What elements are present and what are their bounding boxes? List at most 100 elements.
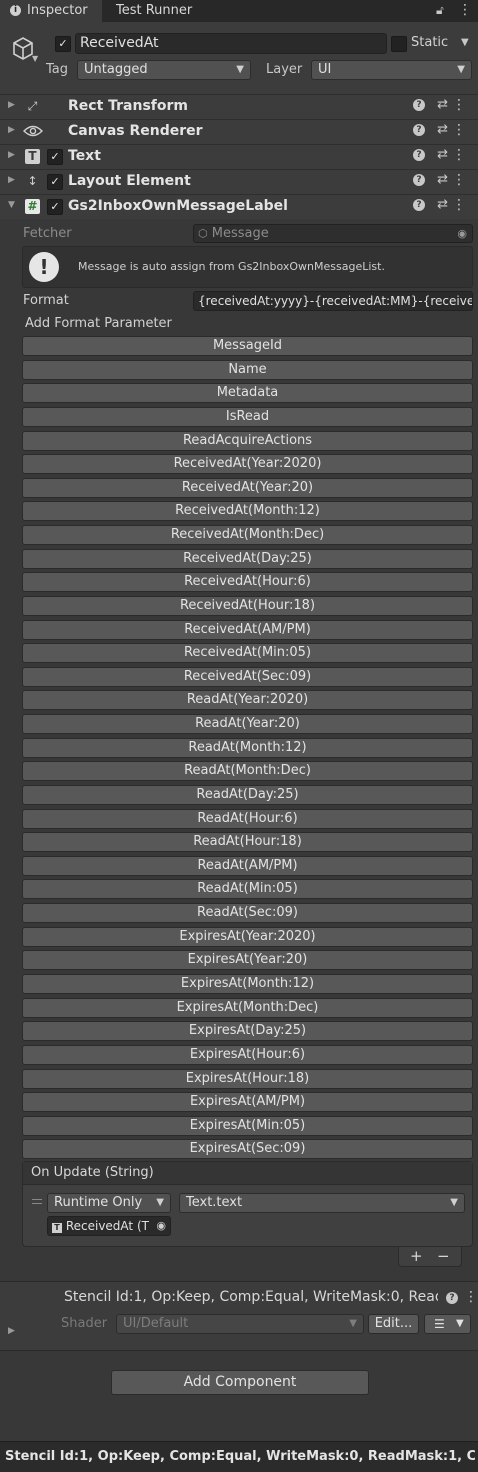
format-parameter-button[interactable]: ExpiresAt(Year:2020): [22, 927, 473, 947]
format-parameter-button[interactable]: ReceivedAt(Month:12): [22, 501, 473, 521]
format-parameter-button[interactable]: Name: [22, 360, 473, 380]
on-update-event: On Update (String) Runtime Only ▼ Text.t…: [22, 1161, 473, 1247]
help-icon[interactable]: ?: [413, 174, 425, 186]
format-parameter-button[interactable]: ReadAt(Hour:6): [22, 809, 473, 829]
format-parameter-button[interactable]: ReadAt(Month:12): [22, 738, 473, 758]
active-checkbox[interactable]: ✓: [55, 36, 71, 52]
format-parameter-button[interactable]: ReceivedAt(Year:20): [22, 478, 473, 498]
help-icon[interactable]: ?: [413, 149, 425, 161]
kebab-menu-icon[interactable]: ⋮: [452, 147, 466, 163]
format-parameter-button[interactable]: ExpiresAt(Year:20): [22, 950, 473, 970]
lock-icon[interactable]: 🔓︎: [436, 3, 444, 18]
format-parameter-button[interactable]: ExpiresAt(Sec:09): [22, 1139, 473, 1159]
format-field[interactable]: {receivedAt:yyyy}-{receivedAt:MM}-{recei…: [193, 291, 473, 311]
shader-options-dropdown[interactable]: ☰ ▼: [424, 1314, 471, 1334]
format-parameter-button[interactable]: ReadAcquireActions: [22, 431, 473, 451]
format-parameter-button[interactable]: ReceivedAt(Min:05): [22, 643, 473, 663]
format-parameter-button[interactable]: MessageId: [22, 336, 473, 356]
component-gs2-inbox-own-message-label[interactable]: ▼ # ✓ Gs2InboxOwnMessageLabel ? ⇄ ⋮: [0, 194, 478, 219]
target-object-value: ReceivedAt (T: [65, 1219, 149, 1233]
format-parameter-button[interactable]: ReceivedAt(Hour:18): [22, 596, 473, 616]
help-icon[interactable]: ?: [446, 1292, 458, 1304]
function-dropdown[interactable]: Text.text ▼: [179, 1193, 465, 1213]
enabled-checkbox[interactable]: ✓: [47, 149, 63, 165]
object-picker-icon[interactable]: ◉: [156, 1217, 166, 1235]
edit-shader-button[interactable]: Edit...: [368, 1314, 419, 1334]
drag-handle-icon[interactable]: [32, 1199, 42, 1204]
format-parameter-button[interactable]: ReadAt(AM/PM): [22, 856, 473, 876]
kebab-menu-icon[interactable]: ⋮: [464, 1289, 478, 1305]
format-parameter-button[interactable]: Metadata: [22, 383, 473, 403]
tab-test-runner[interactable]: Test Runner: [116, 0, 206, 22]
format-parameter-button[interactable]: ReadAt(Min:05): [22, 879, 473, 899]
add-component-button[interactable]: Add Component: [111, 1370, 369, 1395]
component-rect-transform[interactable]: ▶ ⤢ Rect Transform ? ⇄ ⋮: [0, 94, 478, 119]
format-parameter-button[interactable]: ReceivedAt(Hour:6): [22, 572, 473, 592]
format-parameter-button[interactable]: ExpiresAt(Min:05): [22, 1116, 473, 1136]
help-icon[interactable]: ?: [413, 99, 425, 111]
script-hash-icon: #: [25, 199, 40, 214]
object-name-field[interactable]: ReceivedAt: [75, 33, 387, 54]
tab-inspector[interactable]: i Inspector: [0, 0, 102, 22]
preset-icon[interactable]: ⇄: [437, 172, 448, 187]
static-checkbox[interactable]: [391, 36, 407, 52]
enabled-checkbox[interactable]: ✓: [47, 199, 63, 215]
format-parameter-button[interactable]: ExpiresAt(AM/PM): [22, 1092, 473, 1112]
target-object-field[interactable]: T ReceivedAt (T ◉: [47, 1216, 171, 1236]
format-parameter-button[interactable]: ReceivedAt(Day:25): [22, 549, 473, 569]
text-t-icon: T: [52, 1223, 62, 1233]
format-parameter-button[interactable]: ReceivedAt(Sec:09): [22, 667, 473, 687]
format-parameter-button[interactable]: ReceivedAt(Month:Dec): [22, 525, 473, 545]
foldout-arrow-icon[interactable]: ▶: [8, 100, 15, 110]
runtime-dropdown[interactable]: Runtime Only ▼: [47, 1193, 171, 1213]
object-picker-icon[interactable]: ◉: [457, 225, 467, 242]
tag-dropdown[interactable]: Untagged ▼: [77, 60, 251, 80]
help-icon[interactable]: ?: [413, 199, 425, 211]
kebab-menu-icon[interactable]: ⋮: [458, 2, 472, 18]
format-parameter-button[interactable]: ExpiresAt(Month:12): [22, 974, 473, 994]
foldout-arrow-expanded-icon[interactable]: ▼: [8, 200, 15, 210]
format-parameter-button[interactable]: ReadAt(Hour:18): [22, 832, 473, 852]
kebab-menu-icon[interactable]: ⋮: [452, 97, 466, 113]
format-parameter-button[interactable]: ReceivedAt(Year:2020): [22, 454, 473, 474]
component-layout-element[interactable]: ▶ ↕ ✓ Layout Element ? ⇄ ⋮: [0, 169, 478, 194]
format-parameter-button[interactable]: ReceivedAt(AM/PM): [22, 620, 473, 640]
foldout-arrow-icon[interactable]: ▶: [8, 150, 15, 160]
preset-icon[interactable]: ⇄: [437, 197, 448, 212]
format-parameter-button[interactable]: ReadAt(Month:Dec): [22, 761, 473, 781]
tab-test-runner-label: Test Runner: [116, 3, 193, 18]
fetcher-field[interactable]: ⬡ Message ◉: [193, 224, 473, 243]
remove-listener-button[interactable]: −: [437, 1247, 450, 1265]
kebab-menu-icon[interactable]: ⋮: [452, 122, 466, 138]
shader-dropdown[interactable]: UI/Default ▼: [116, 1314, 364, 1334]
enabled-checkbox[interactable]: ✓: [47, 174, 63, 190]
preset-icon[interactable]: ⇄: [437, 97, 448, 112]
preset-icon[interactable]: ⇄: [437, 147, 448, 162]
cube-icon[interactable]: ▼: [8, 34, 38, 64]
format-parameter-button[interactable]: ReadAt(Year:2020): [22, 690, 473, 710]
preset-icon[interactable]: ⇄: [437, 122, 448, 137]
add-component-label: Add Component: [183, 1374, 297, 1390]
foldout-arrow-icon[interactable]: ▶: [8, 175, 15, 185]
format-parameter-button[interactable]: ExpiresAt(Hour:6): [22, 1045, 473, 1065]
layer-dropdown[interactable]: UI ▼: [311, 60, 472, 80]
format-parameter-button[interactable]: ExpiresAt(Hour:18): [22, 1069, 473, 1089]
chevron-down-icon: ▼: [456, 1318, 464, 1329]
format-parameter-button[interactable]: ExpiresAt(Month:Dec): [22, 998, 473, 1018]
static-dropdown-icon[interactable]: ▼: [461, 37, 469, 48]
kebab-menu-icon[interactable]: ⋮: [452, 172, 466, 188]
format-parameter-button[interactable]: ReadAt(Year:20): [22, 714, 473, 734]
help-icon[interactable]: ?: [413, 124, 425, 136]
format-parameter-button[interactable]: ReadAt(Sec:09): [22, 903, 473, 923]
foldout-arrow-icon[interactable]: ▶: [8, 1326, 15, 1336]
foldout-arrow-icon[interactable]: ▶: [8, 125, 15, 135]
add-format-parameter-label: Add Format Parameter: [25, 316, 172, 331]
format-parameter-button[interactable]: IsRead: [22, 407, 473, 427]
status-text: Stencil Id:1, Op:Keep, Comp:Equal, Write…: [5, 1449, 475, 1464]
format-parameter-button[interactable]: ReadAt(Day:25): [22, 785, 473, 805]
add-listener-button[interactable]: +: [410, 1247, 423, 1265]
component-text[interactable]: ▶ T ✓ Text ? ⇄ ⋮: [0, 144, 478, 169]
format-parameter-button[interactable]: ExpiresAt(Day:25): [22, 1021, 473, 1041]
kebab-menu-icon[interactable]: ⋮: [452, 197, 466, 213]
component-canvas-renderer[interactable]: ▶ Canvas Renderer ? ⇄ ⋮: [0, 119, 478, 144]
